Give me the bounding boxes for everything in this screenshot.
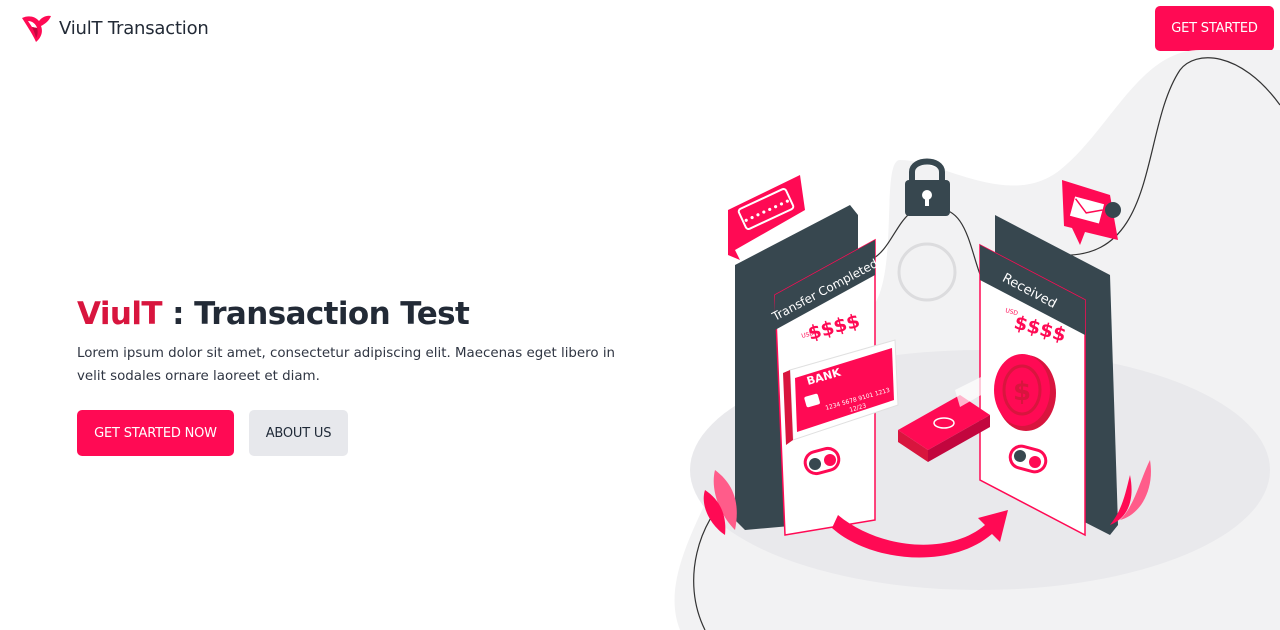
get-started-button[interactable]: GET STARTED bbox=[1155, 6, 1274, 51]
brand-name: ViulT Transaction bbox=[59, 17, 209, 39]
hero-description: Lorem ipsum dolor sit amet, consectetur … bbox=[77, 346, 616, 384]
about-us-button[interactable]: ABOUT US bbox=[249, 410, 348, 456]
left-phone: Transfer Completed USD $$$$ BANK 1234 56… bbox=[735, 205, 899, 536]
transaction-illustration: •••••••• Transfer Completed USD $$$$ BAN… bbox=[674, 50, 1280, 630]
hero-title: ViulT : Transaction Test bbox=[77, 292, 647, 336]
hero-title-rest: : Transaction Test bbox=[161, 296, 470, 332]
navbar: ViulT Transaction GET STARTED bbox=[0, 0, 1280, 56]
hero-buttons: GET STARTED NOW ABOUT US bbox=[77, 410, 348, 456]
hero-illustration: •••••••• Transfer Completed USD $$$$ BAN… bbox=[640, 50, 1280, 630]
brand-link[interactable]: ViulT Transaction bbox=[20, 12, 209, 44]
logo-icon bbox=[22, 15, 51, 42]
get-started-now-button[interactable]: GET STARTED NOW bbox=[77, 410, 234, 456]
hero-title-accent: ViulT bbox=[77, 296, 163, 332]
hero-section: ViulT : Transaction Test Lorem ipsum dol… bbox=[77, 292, 647, 456]
svg-text:$: $ bbox=[1013, 377, 1031, 407]
